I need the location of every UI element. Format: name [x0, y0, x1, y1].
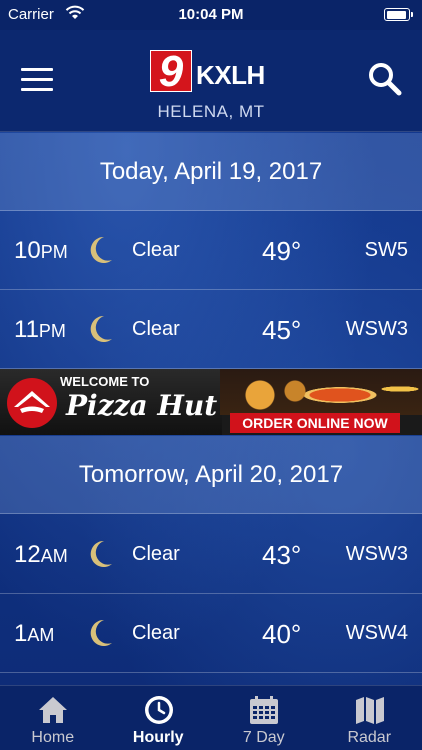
battery-icon — [384, 8, 413, 21]
order-online-button[interactable]: ORDER ONLINE NOW — [230, 413, 400, 433]
wind-value: WSW4 — [345, 622, 408, 644]
map-icon — [355, 697, 384, 724]
condition-label: Clear — [132, 318, 180, 340]
pizza-hut-logo-icon — [7, 378, 57, 428]
temperature-value: 40° — [262, 619, 302, 649]
tab-7-day-label: 7 Day — [242, 729, 285, 746]
hourly-row: 11PM Clear 45° WSW3 — [0, 290, 422, 369]
hourly-row: 12AM Clear 43° WSW3 — [0, 515, 422, 594]
tab-bar: Home Hourly 7 Day Radar — [0, 685, 422, 750]
hourly-row: 1AM Clear 40° WSW4 — [0, 594, 422, 673]
hamburger-menu-icon[interactable] — [21, 68, 53, 92]
ad-welcome-text: WELCOME TO — [60, 374, 150, 389]
condition-label: Clear — [132, 622, 180, 644]
wind-value: WSW3 — [345, 318, 408, 340]
station-logo: 9 KXLH — [150, 50, 275, 94]
hour-label: 12AM — [14, 541, 68, 568]
moon-icon — [90, 315, 112, 342]
tab-radar[interactable]: Radar — [317, 686, 422, 750]
tab-home[interactable]: Home — [0, 686, 106, 750]
condition-label: Clear — [132, 239, 180, 261]
hourly-row: 10PM Clear 49° SW5 — [0, 211, 422, 290]
wind-value: SW5 — [364, 239, 408, 261]
temperature-value: 43° — [262, 540, 302, 570]
hour-label: 11PM — [14, 316, 66, 343]
day-header: Today, April 19, 2017 — [0, 133, 422, 211]
moon-icon — [90, 619, 112, 646]
app-header: 9 KXLH HELENA, MT — [0, 30, 422, 132]
logo-callsign: KXLH — [196, 60, 265, 90]
ad-brand-text: Pizza Hut — [66, 389, 218, 422]
clock-icon — [144, 696, 173, 724]
tab-home-label: Home — [31, 729, 75, 746]
location-label: HELENA, MT — [157, 102, 265, 121]
hour-label: 1AM — [14, 620, 55, 647]
tab-hourly-label: Hourly — [132, 729, 184, 746]
hour-label: 10PM — [14, 237, 68, 264]
temperature-value: 49° — [262, 236, 302, 266]
search-icon[interactable] — [368, 62, 402, 96]
ad-food-image — [220, 369, 422, 415]
calendar-icon — [250, 696, 278, 724]
status-bar: Carrier 10:04 PM — [0, 0, 422, 30]
tab-7-day[interactable]: 7 Day — [211, 686, 317, 750]
pizza-hut-ad-banner[interactable]: WELCOME TO Pizza Hut ORDER ONLINE NOW — [0, 369, 422, 435]
moon-icon — [90, 236, 112, 263]
temperature-value: 45° — [262, 315, 302, 345]
condition-label: Clear — [132, 543, 180, 565]
home-icon — [39, 697, 67, 723]
day-header: Tomorrow, April 20, 2017 — [0, 436, 422, 514]
tab-radar-label: Radar — [347, 729, 392, 746]
app-screen: Carrier 10:04 PM 9 KXLH HELENA, MT Today… — [0, 0, 422, 750]
tab-hourly[interactable]: Hourly — [106, 686, 212, 750]
logo-number: 9 — [150, 50, 192, 94]
status-time: 10:04 PM — [178, 6, 244, 23]
moon-icon — [90, 540, 112, 567]
wind-value: WSW3 — [345, 543, 408, 565]
